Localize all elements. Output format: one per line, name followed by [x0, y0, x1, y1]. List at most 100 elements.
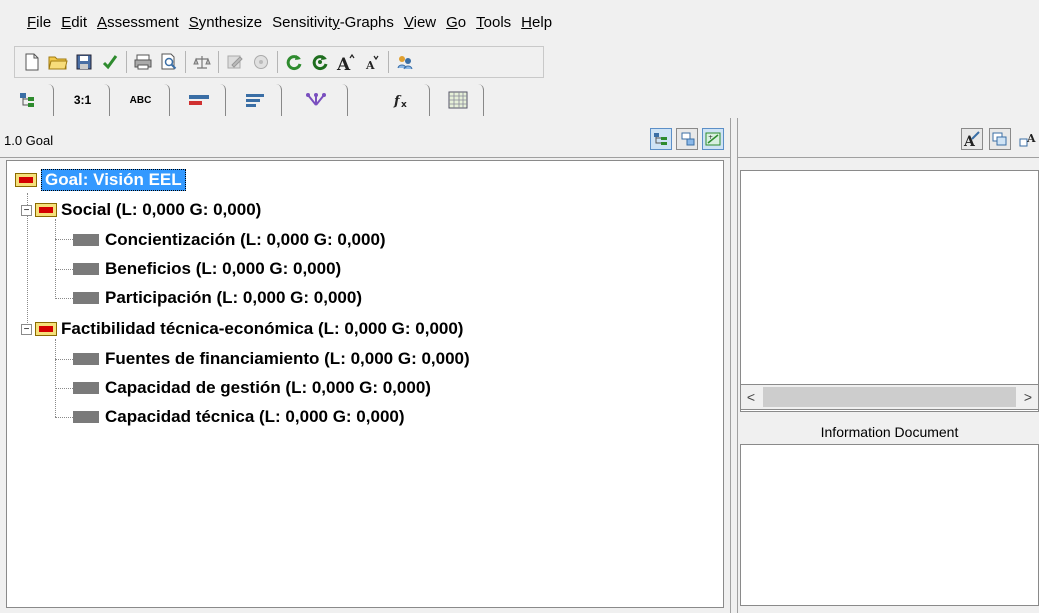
font-increase-icon[interactable]: A	[335, 51, 357, 73]
svg-text:x: x	[401, 100, 407, 108]
tab-tree-view[interactable]	[4, 84, 54, 116]
view-tab-strip: 3:1 ABC fx	[0, 80, 560, 116]
bar-chart-icon	[188, 95, 209, 105]
copy-info-icon[interactable]	[989, 128, 1011, 150]
tree-node-label: Capacidad técnica (L: 0,000 G: 0,000)	[105, 407, 405, 426]
tree-connector	[55, 269, 73, 270]
tree-node-beneficios[interactable]: Beneficios (L: 0,000 G: 0,000)	[73, 256, 341, 282]
leaf-node-icon	[73, 263, 99, 275]
scroll-right-icon[interactable]: >	[1018, 389, 1038, 405]
list-lines-icon	[245, 94, 264, 107]
insert-text-icon[interactable]: A	[1017, 128, 1039, 150]
checkmark-icon[interactable]	[99, 51, 121, 73]
node-info-viewer[interactable]	[740, 170, 1039, 412]
tab-list-view[interactable]	[228, 84, 282, 116]
grid-icon	[448, 91, 467, 109]
scroll-left-icon[interactable]: <	[741, 389, 761, 405]
edit-disabled-icon[interactable]	[224, 51, 246, 73]
tree-node-label: Factibilidad técnica-económica (L: 0,000…	[61, 319, 464, 338]
refresh-all-icon[interactable]	[309, 51, 331, 73]
tree-node-label: Capacidad de gestión (L: 0,000 G: 0,000)	[105, 378, 431, 397]
leaf-node-icon	[73, 353, 99, 365]
menu-help[interactable]: Help	[516, 14, 557, 31]
information-document-area[interactable]	[740, 444, 1039, 606]
information-document-label: Information Document	[820, 424, 959, 440]
toolbar-separator	[185, 51, 186, 73]
tree-node-capacidad-gestion[interactable]: Capacidad de gestión (L: 0,000 G: 0,000)	[73, 375, 431, 401]
tree-node-label: Concientización (L: 0,000 G: 0,000)	[105, 230, 386, 249]
right-panel-header: A A	[738, 124, 1039, 158]
weights-view-icon[interactable]: +	[702, 128, 724, 150]
formula-icon: fx	[393, 94, 407, 108]
tree-connector	[55, 298, 73, 299]
current-node-title: 1.0 Goal	[4, 133, 54, 148]
tree-connector	[55, 359, 73, 360]
svg-text:+: +	[708, 134, 713, 141]
tab-pairwise-verbal[interactable]: ABC	[112, 84, 170, 116]
participants-icon[interactable]	[394, 51, 416, 73]
menu-edit[interactable]: Edit	[56, 14, 92, 31]
horizontal-scrollbar[interactable]: < >	[740, 384, 1039, 410]
tab-network-view[interactable]	[284, 84, 348, 116]
svg-text:A: A	[365, 59, 375, 71]
svg-text:A: A	[1026, 132, 1036, 145]
tree-node-concientizacion[interactable]: Concientización (L: 0,000 G: 0,000)	[73, 227, 386, 253]
leaf-node-icon	[73, 234, 99, 246]
tab-pairwise-graphical[interactable]	[172, 84, 226, 116]
tree-view-icon	[19, 93, 34, 107]
menu-view[interactable]: View	[399, 14, 441, 31]
font-decrease-icon[interactable]: A	[361, 51, 383, 73]
hierarchy-view-icon[interactable]	[676, 128, 698, 150]
toolbar-separator	[277, 51, 278, 73]
tree-connector	[55, 417, 73, 418]
tree-connector	[55, 239, 73, 240]
menu-go[interactable]: Go	[441, 14, 471, 31]
tree-connector	[55, 219, 56, 297]
objective-node-icon	[35, 203, 57, 217]
menu-sensitivity-graphs[interactable]: Sensitivity-Graphs	[267, 14, 399, 31]
network-icon	[305, 93, 326, 106]
menu-assessment[interactable]: Assessment	[92, 14, 184, 31]
tree-connector	[55, 339, 56, 417]
new-file-icon[interactable]	[21, 51, 43, 73]
tab-formula[interactable]: fx	[350, 84, 430, 116]
tab-grid-data[interactable]	[432, 84, 484, 116]
menu-file[interactable]: File	[22, 14, 56, 31]
tree-view-toggle-icon[interactable]	[650, 128, 672, 150]
balance-scale-icon[interactable]	[191, 51, 213, 73]
menu-synthesize[interactable]: Synthesize	[184, 14, 267, 31]
edit-info-icon[interactable]: A	[961, 128, 983, 150]
tree-node-capacidad-tecnica[interactable]: Capacidad técnica (L: 0,000 G: 0,000)	[73, 404, 405, 430]
tree-node-participacion[interactable]: Participación (L: 0,000 G: 0,000)	[73, 285, 362, 311]
toolbar-separator	[218, 51, 219, 73]
svg-text:A: A	[336, 55, 351, 71]
menu-bar: File Edit Assessment Synthesize Sensitiv…	[0, 0, 1039, 44]
panel-splitter[interactable]	[730, 118, 738, 613]
tree-node-social[interactable]: − Social (L: 0,000 G: 0,000)	[21, 197, 261, 223]
toolbar-separator	[126, 51, 127, 73]
refresh-icon[interactable]	[283, 51, 305, 73]
goal-node-icon	[15, 173, 37, 187]
disk-disabled-icon[interactable]	[250, 51, 272, 73]
tree-node-factibilidad[interactable]: − Factibilidad técnica-económica (L: 0,0…	[21, 316, 463, 342]
print-preview-icon[interactable]	[158, 51, 180, 73]
goal-label: Goal: Visión EEL	[41, 169, 186, 191]
collapse-toggle-icon[interactable]: −	[21, 323, 32, 335]
tree-node-goal[interactable]: Goal: Visión EEL	[15, 167, 186, 193]
leaf-node-icon	[73, 382, 99, 394]
open-folder-icon[interactable]	[47, 51, 69, 73]
tab-pairwise-numerical[interactable]: 3:1	[56, 84, 110, 116]
scroll-thumb[interactable]	[763, 387, 1016, 407]
print-icon[interactable]	[132, 51, 154, 73]
tree-node-label: Social (L: 0,000 G: 0,000)	[61, 200, 262, 219]
tree-connector	[55, 388, 73, 389]
tree-node-fuentes[interactable]: Fuentes de financiamiento (L: 0,000 G: 0…	[73, 346, 470, 372]
toolbar-separator	[388, 51, 389, 73]
save-icon[interactable]	[73, 51, 95, 73]
leaf-node-icon	[73, 292, 99, 304]
model-tree-panel: Goal: Visión EEL − Social (L: 0,000 G: 0…	[6, 160, 724, 608]
menu-tools[interactable]: Tools	[471, 14, 516, 31]
tree-node-label: Participación (L: 0,000 G: 0,000)	[105, 288, 362, 307]
tree-node-label: Fuentes de financiamiento (L: 0,000 G: 0…	[105, 349, 470, 368]
collapse-toggle-icon[interactable]: −	[21, 204, 32, 216]
